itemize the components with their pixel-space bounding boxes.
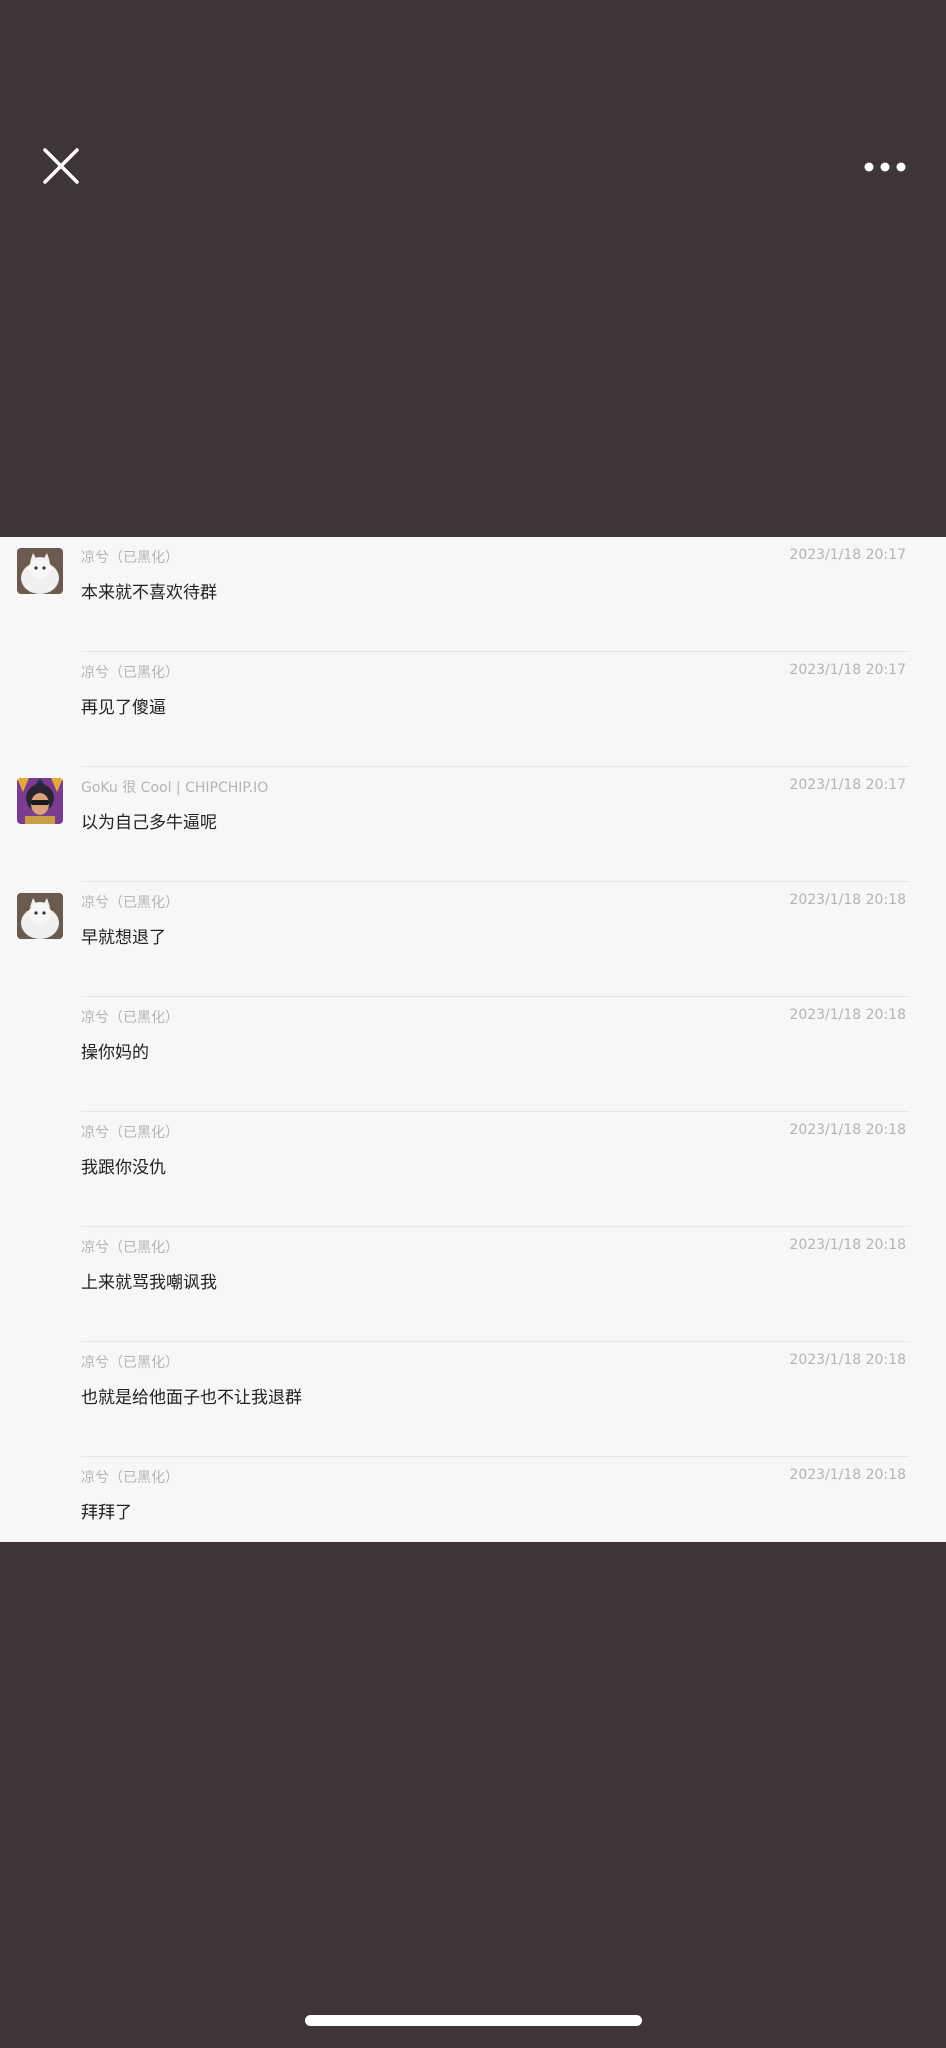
- sender-name: GoKu 很 Cool | CHIPCHIP.IO: [81, 780, 269, 796]
- sender-name: 凉兮（已黑化）: [81, 550, 179, 566]
- more-button[interactable]: [860, 154, 910, 180]
- sender-name: 凉兮（已黑化）: [81, 1010, 179, 1026]
- message-text[interactable]: 以为自己多牛逼呢: [81, 808, 217, 833]
- message-text[interactable]: 早就想退了: [81, 923, 166, 948]
- message-time: 2023/1/18 20:18: [789, 892, 906, 908]
- close-button[interactable]: [40, 145, 82, 187]
- message-time: 2023/1/18 20:17: [789, 547, 906, 563]
- message-text[interactable]: 上来就骂我嘲讽我: [81, 1268, 217, 1293]
- message-text[interactable]: 拜拜了: [81, 1498, 132, 1523]
- message-time: 2023/1/18 20:18: [789, 1237, 906, 1253]
- message-time: 2023/1/18 20:17: [789, 777, 906, 793]
- message-time: 2023/1/18 20:18: [789, 1007, 906, 1023]
- cat-avatar[interactable]: [17, 893, 63, 939]
- message-time: 2023/1/18 20:17: [789, 662, 906, 678]
- close-icon: [43, 148, 79, 184]
- cat-avatar[interactable]: [17, 548, 63, 594]
- home-indicator[interactable]: [305, 2015, 642, 2026]
- person-avatar[interactable]: [17, 778, 63, 824]
- top-bar: [0, 0, 946, 537]
- chat-history-panel[interactable]: 凉兮（已黑化） 2023/1/18 20:17 本来就不喜欢待群 凉兮（已黑化）…: [0, 537, 946, 1542]
- sender-name: 凉兮（已黑化）: [81, 1470, 179, 1486]
- more-horizontal-icon: [864, 162, 906, 172]
- sender-name: 凉兮（已黑化）: [81, 895, 179, 911]
- message-time: 2023/1/18 20:18: [789, 1467, 906, 1483]
- message-text[interactable]: 也就是给他面子也不让我退群: [81, 1383, 302, 1408]
- chat-message: 凉兮（已黑化） 2023/1/18 20:17 本来就不喜欢待群: [0, 537, 946, 652]
- chat-message: 凉兮（已黑化） 2023/1/18 20:18 操你妈的: [0, 997, 946, 1112]
- chat-message: 凉兮（已黑化） 2023/1/18 20:18 早就想退了: [0, 882, 946, 997]
- chat-message: GoKu 很 Cool | CHIPCHIP.IO 2023/1/18 20:1…: [0, 767, 946, 882]
- sender-name: 凉兮（已黑化）: [81, 665, 179, 681]
- message-text[interactable]: 再见了傻逼: [81, 693, 166, 718]
- sender-name: 凉兮（已黑化）: [81, 1240, 179, 1256]
- sender-name: 凉兮（已黑化）: [81, 1125, 179, 1141]
- chat-message: 凉兮（已黑化） 2023/1/18 20:17 再见了傻逼: [0, 652, 946, 767]
- chat-message: 凉兮（已黑化） 2023/1/18 20:18 拜拜了: [0, 1457, 946, 1542]
- chat-message: 凉兮（已黑化） 2023/1/18 20:18 也就是给他面子也不让我退群: [0, 1342, 946, 1457]
- message-text[interactable]: 我跟你没仇: [81, 1153, 166, 1178]
- chat-message: 凉兮（已黑化） 2023/1/18 20:18 上来就骂我嘲讽我: [0, 1227, 946, 1342]
- message-text[interactable]: 本来就不喜欢待群: [81, 578, 217, 603]
- message-time: 2023/1/18 20:18: [789, 1122, 906, 1138]
- sender-name: 凉兮（已黑化）: [81, 1355, 179, 1371]
- message-time: 2023/1/18 20:18: [789, 1352, 906, 1368]
- message-text[interactable]: 操你妈的: [81, 1038, 149, 1063]
- chat-message: 凉兮（已黑化） 2023/1/18 20:18 我跟你没仇: [0, 1112, 946, 1227]
